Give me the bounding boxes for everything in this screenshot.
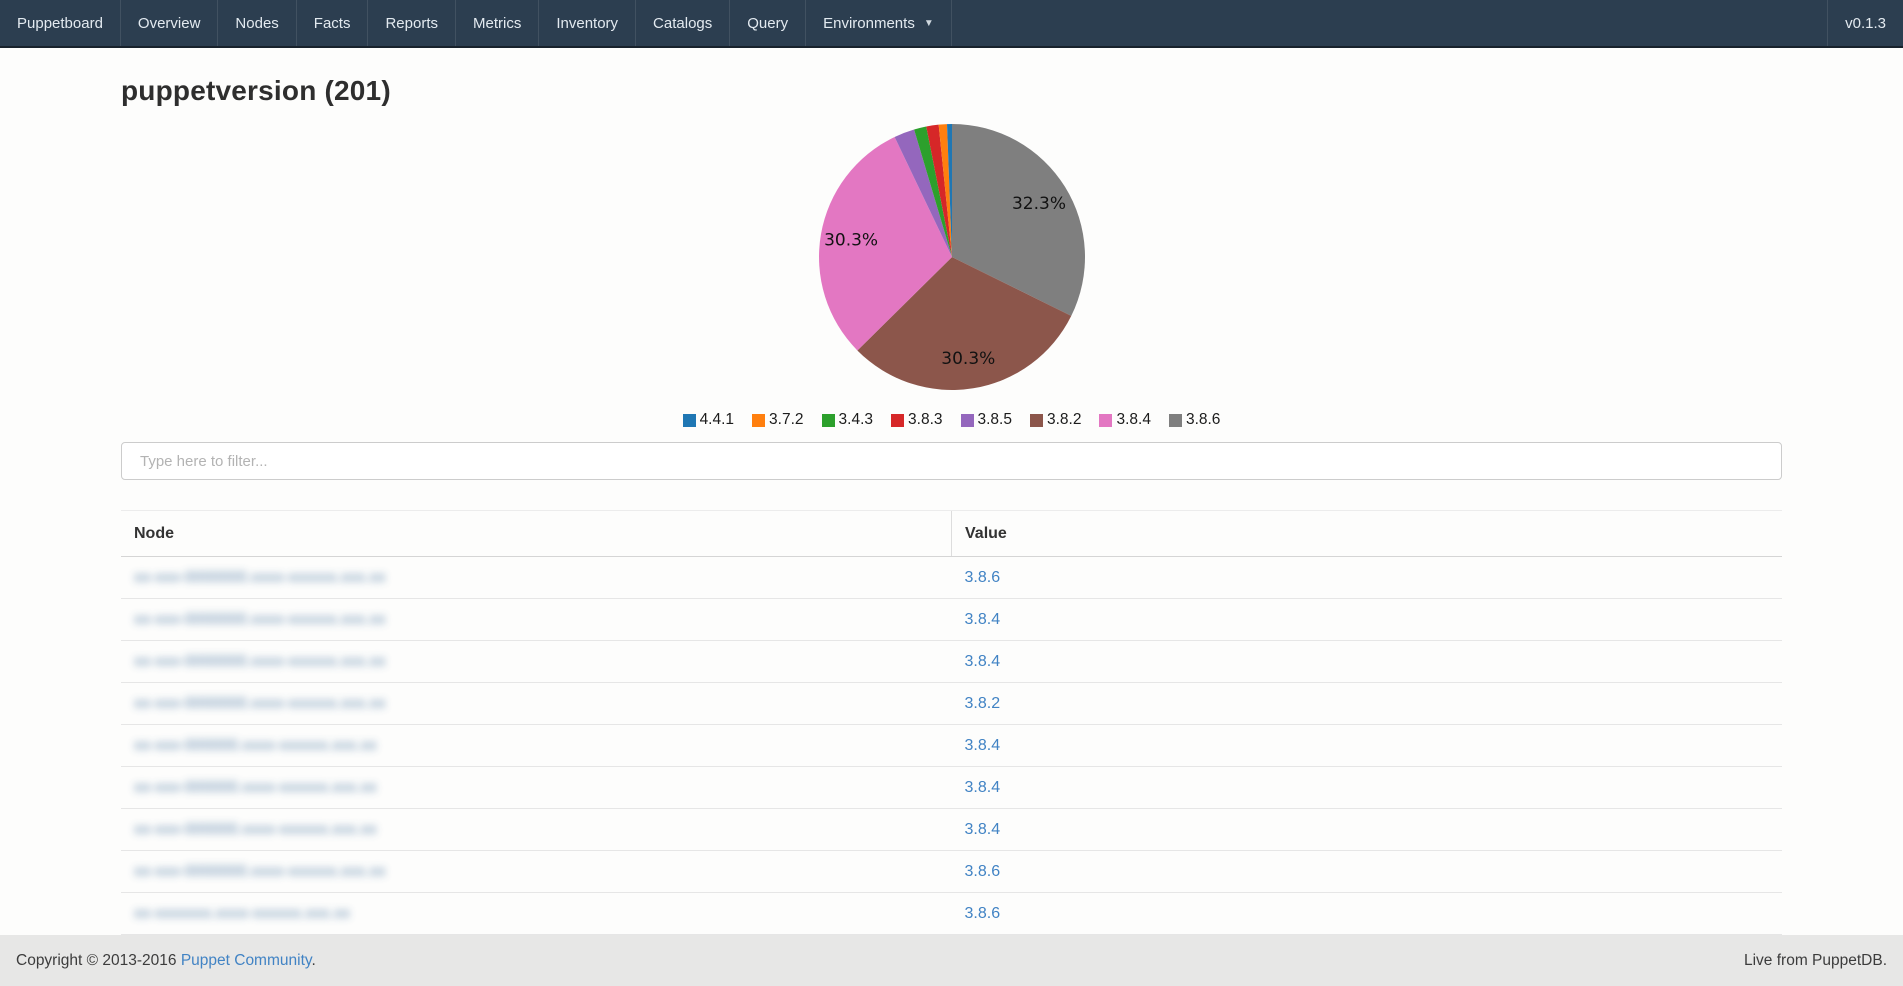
legend-item-3.8.6: 3.8.6: [1169, 411, 1220, 429]
legend-label: 3.8.3: [908, 411, 942, 429]
footer: Copyright © 2013-2016 Puppet Community. …: [0, 935, 1903, 986]
pie-slice-label: 32.3%: [1011, 194, 1065, 214]
legend-label: 3.7.2: [769, 411, 803, 429]
legend-item-3.4.3: 3.4.3: [822, 411, 873, 429]
node-link-redacted[interactable]: xx-xxx-0000000.xxxx-xxxxxx.xxx.xx: [134, 611, 386, 628]
nav-item-nodes[interactable]: Nodes: [218, 0, 296, 46]
legend-label: 3.8.5: [978, 411, 1012, 429]
nav-item-metrics[interactable]: Metrics: [456, 0, 539, 46]
legend-swatch-icon: [961, 414, 974, 427]
nav-item-inventory[interactable]: Inventory: [539, 0, 636, 46]
node-link-redacted[interactable]: xx-xxx-000000.xxxx-xxxxxx.xxx.xx: [134, 779, 377, 796]
legend-item-3.8.5: 3.8.5: [961, 411, 1012, 429]
pie-slice-label: 30.3%: [824, 230, 878, 250]
fact-pie-chart: 32.3% 30.3% 30.3% 4.4.1 3.7.2 3.4.3 3.8.3 3.8.…: [121, 107, 1782, 430]
legend-item-3.8.3: 3.8.3: [891, 411, 942, 429]
node-link-redacted[interactable]: xx-xxx-0000000.xxxx-xxxxxx.xxx.xx: [134, 653, 386, 670]
nav-brand-puppetboard[interactable]: Puppetboard: [0, 0, 121, 46]
main-content: puppetversion (201) 32.3% 30.3% 30.3% 4.4.…: [121, 75, 1782, 935]
fact-value-link[interactable]: 3.8.4: [965, 611, 1001, 628]
legend-item-4.4.1: 4.4.1: [683, 411, 734, 429]
legend-item-3.7.2: 3.7.2: [752, 411, 803, 429]
table-row: xx-xxxxxxx.xxxx-xxxxxx.xxx.xx 3.8.6: [121, 893, 1782, 935]
legend-label: 3.4.3: [839, 411, 873, 429]
fact-value-link[interactable]: 3.8.6: [965, 569, 1001, 586]
nav-item-query[interactable]: Query: [730, 0, 806, 46]
nav-spacer: [952, 0, 1827, 46]
nav-item-overview[interactable]: Overview: [121, 0, 219, 46]
nav-item-reports[interactable]: Reports: [368, 0, 456, 46]
table-row: xx-xxx-0000000.xxxx-xxxxxx.xxx.xx 3.8.6: [121, 851, 1782, 893]
version-badge: v0.1.3: [1827, 0, 1903, 46]
footer-copyright: Copyright © 2013-2016 Puppet Community.: [16, 952, 316, 970]
legend-swatch-icon: [683, 414, 696, 427]
table-row: xx-xxx-0000000.xxxx-xxxxxx.xxx.xx 3.8.6: [121, 557, 1782, 599]
copyright-period: .: [311, 952, 315, 969]
nav-item-environments[interactable]: Environments ▼: [806, 0, 952, 46]
nav-item-facts[interactable]: Facts: [297, 0, 369, 46]
node-link-redacted[interactable]: xx-xxx-0000000.xxxx-xxxxxx.xxx.xx: [134, 569, 386, 586]
fact-value-link[interactable]: 3.8.4: [965, 737, 1001, 754]
table-row: xx-xxx-0000000.xxxx-xxxxxx.xxx.xx 3.8.4: [121, 599, 1782, 641]
copyright-text: Copyright © 2013-2016: [16, 952, 177, 969]
legend-label: 3.8.2: [1047, 411, 1081, 429]
node-link-redacted[interactable]: xx-xxx-0000000.xxxx-xxxxxx.xxx.xx: [134, 863, 386, 880]
top-navbar: Puppetboard OverviewNodesFactsReportsMet…: [0, 0, 1903, 48]
table-row: xx-xxx-000000.xxxx-xxxxxx.xxx.xx 3.8.4: [121, 809, 1782, 851]
page-title: puppetversion (201): [121, 75, 1782, 107]
nav-item-catalogs[interactable]: Catalogs: [636, 0, 730, 46]
legend-swatch-icon: [1169, 414, 1182, 427]
legend-swatch-icon: [1030, 414, 1043, 427]
filter-input[interactable]: [121, 442, 1782, 480]
legend-swatch-icon: [752, 414, 765, 427]
table-row: xx-xxx-000000.xxxx-xxxxxx.xxx.xx 3.8.4: [121, 767, 1782, 809]
node-link-redacted[interactable]: xx-xxx-000000.xxxx-xxxxxx.xxx.xx: [134, 737, 377, 754]
fact-value-link[interactable]: 3.8.4: [965, 779, 1001, 796]
footer-live-status: Live from PuppetDB.: [1744, 952, 1887, 970]
fact-value-link[interactable]: 3.8.2: [965, 695, 1001, 712]
fact-value-link[interactable]: 3.8.6: [965, 863, 1001, 880]
table-row: xx-xxx-0000000.xxxx-xxxxxx.xxx.xx 3.8.2: [121, 683, 1782, 725]
puppet-community-link[interactable]: Puppet Community: [181, 952, 312, 969]
fact-value-table: Node Value xx-xxx-0000000.xxxx-xxxxxx.xx…: [121, 510, 1782, 935]
legend-item-3.8.2: 3.8.2: [1030, 411, 1081, 429]
fact-value-link[interactable]: 3.8.4: [965, 653, 1001, 670]
column-header-value[interactable]: Value: [952, 511, 1783, 557]
table-row: xx-xxx-0000000.xxxx-xxxxxx.xxx.xx 3.8.4: [121, 641, 1782, 683]
column-header-node[interactable]: Node: [121, 511, 952, 557]
table-row: xx-xxx-000000.xxxx-xxxxxx.xxx.xx 3.8.4: [121, 725, 1782, 767]
fact-value-link[interactable]: 3.8.4: [965, 821, 1001, 838]
dropdown-caret-icon: ▼: [924, 18, 934, 29]
legend-label: 3.8.4: [1116, 411, 1150, 429]
legend-swatch-icon: [891, 414, 904, 427]
legend-swatch-icon: [822, 414, 835, 427]
table-header-row: Node Value: [121, 511, 1782, 557]
pie-chart-svg: 32.3% 30.3% 30.3%: [752, 107, 1152, 407]
node-link-redacted[interactable]: xx-xxxxxxx.xxxx-xxxxxx.xxx.xx: [134, 905, 350, 922]
environments-label: Environments: [823, 15, 915, 32]
node-link-redacted[interactable]: xx-xxx-0000000.xxxx-xxxxxx.xxx.xx: [134, 695, 386, 712]
pie-chart-legend: 4.4.1 3.7.2 3.4.3 3.8.3 3.8.5 3.8.2 3.8.4 3.8.6: [121, 410, 1782, 430]
legend-swatch-icon: [1099, 414, 1112, 427]
node-link-redacted[interactable]: xx-xxx-000000.xxxx-xxxxxx.xxx.xx: [134, 821, 377, 838]
pie-slice-label: 30.3%: [941, 349, 995, 369]
legend-label: 3.8.6: [1186, 411, 1220, 429]
legend-item-3.8.4: 3.8.4: [1099, 411, 1150, 429]
legend-label: 4.4.1: [700, 411, 734, 429]
fact-value-link[interactable]: 3.8.6: [965, 905, 1001, 922]
nav-items: OverviewNodesFactsReportsMetricsInventor…: [121, 0, 806, 46]
